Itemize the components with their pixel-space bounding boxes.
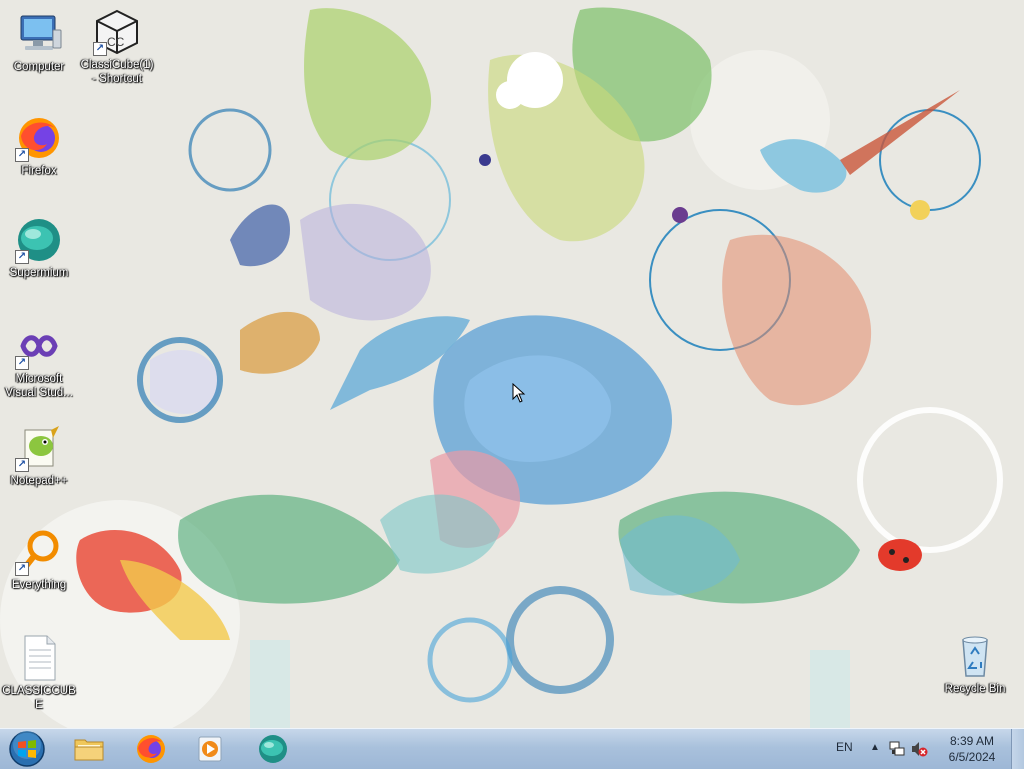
taskbar-supermium-button[interactable]	[246, 731, 300, 767]
clock-date: 6/5/2024	[948, 750, 996, 764]
desktop-icon-label: Computer	[13, 61, 65, 73]
taskbar-file-explorer-button[interactable]	[62, 731, 116, 767]
desktop: Computer CC ↗ ClassiCube(1) - Shortcut ↗…	[0, 0, 1024, 728]
classicube-icon: CC ↗	[93, 8, 141, 56]
desktop-icon-computer[interactable]: Computer	[0, 10, 78, 74]
desktop-icon-label: ClassiCube(1) - Shortcut	[80, 59, 154, 85]
svg-text:CC: CC	[107, 35, 125, 49]
network-icon[interactable]	[888, 740, 906, 758]
taskbar-firefox-button[interactable]	[124, 731, 178, 767]
media-player-icon	[198, 736, 222, 762]
shortcut-arrow-icon: ↗	[15, 562, 29, 576]
notification-area: EN ▲ 8:39 AM 6/5/2024	[824, 729, 1024, 769]
desktop-icon-label: Everything	[11, 579, 67, 591]
mouse-cursor-icon	[512, 383, 526, 403]
desktop-icon-label: Supermium	[9, 267, 69, 279]
system-clock[interactable]: 8:39 AM 6/5/2024	[936, 733, 1008, 765]
taskbar: EN ▲ 8:39 AM 6/5/2024	[0, 728, 1024, 769]
recycle-bin-icon	[951, 632, 999, 680]
desktop-icon-classiccube-file[interactable]: CLASSICCUBE	[0, 634, 78, 712]
language-indicator[interactable]: EN	[836, 740, 853, 754]
shortcut-arrow-icon: ↗	[15, 148, 29, 162]
start-button[interactable]	[4, 730, 50, 768]
visual-studio-icon: ↗	[15, 322, 63, 370]
computer-icon	[15, 10, 63, 58]
volume-muted-icon[interactable]	[910, 740, 928, 758]
text-file-icon	[15, 634, 63, 682]
everything-search-icon: ↗	[15, 528, 63, 576]
notepad-plus-plus-icon: ↗	[15, 424, 63, 472]
supermium-icon: ↗	[15, 216, 63, 264]
taskbar-media-player-button[interactable]	[184, 731, 238, 767]
desktop-icon-firefox[interactable]: ↗ Firefox	[0, 114, 78, 178]
desktop-icon-classicube-shortcut[interactable]: CC ↗ ClassiCube(1) - Shortcut	[78, 8, 156, 86]
shortcut-arrow-icon: ↗	[15, 356, 29, 370]
desktop-icon-notepad-plus-plus[interactable]: ↗ Notepad++	[0, 424, 78, 488]
supermium-icon	[259, 735, 287, 763]
folder-icon	[74, 739, 104, 761]
clock-time: 8:39 AM	[949, 734, 995, 748]
desktop-icon-label: CLASSICCUBE	[2, 685, 76, 711]
desktop-icon-label: Firefox	[21, 165, 57, 177]
desktop-icon-label: Microsoft Visual Stud...	[5, 373, 73, 399]
desktop-icon-label: Notepad++	[10, 475, 68, 487]
desktop-icon-supermium[interactable]: ↗ Supermium	[0, 216, 78, 280]
desktop-icon-recycle-bin[interactable]: Recycle Bin	[936, 632, 1014, 696]
show-hidden-icons-button[interactable]: ▲	[870, 742, 880, 753]
desktop-icon-everything[interactable]: ↗ Everything	[0, 528, 78, 592]
show-desktop-button[interactable]	[1011, 729, 1024, 769]
firefox-icon: ↗	[15, 114, 63, 162]
shortcut-arrow-icon: ↗	[15, 458, 29, 472]
windows-orb-icon	[9, 731, 45, 767]
desktop-icon-label: Recycle Bin	[944, 683, 1006, 695]
firefox-icon	[137, 735, 165, 763]
shortcut-arrow-icon: ↗	[15, 250, 29, 264]
shortcut-arrow-icon: ↗	[93, 42, 107, 56]
desktop-icon-visual-studio[interactable]: ↗ Microsoft Visual Stud...	[0, 322, 78, 400]
